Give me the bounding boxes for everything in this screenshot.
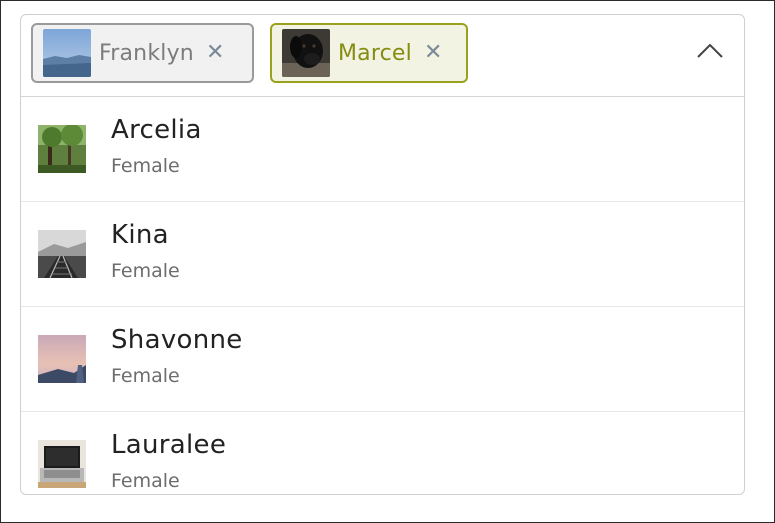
screenshot-frame: Franklyn ✕ Marcel ✕ Arcelia Female Kina …: [0, 0, 775, 523]
selected-chip-franklyn: Franklyn ✕: [31, 23, 254, 83]
remove-marcel-close-icon[interactable]: ✕: [424, 42, 442, 64]
marcel-avatar: [282, 29, 330, 77]
multi-select-control[interactable]: Franklyn ✕ Marcel ✕: [21, 15, 744, 97]
arcelia-avatar: [38, 125, 86, 173]
option-name: Arcelia: [111, 115, 202, 145]
shavonne-avatar: [38, 335, 86, 383]
franklyn-avatar: [43, 29, 91, 77]
chip-label: Franklyn: [99, 40, 194, 66]
selected-chip-marcel: Marcel ✕: [270, 23, 468, 83]
option-name: Kina: [111, 220, 169, 250]
option-kina[interactable]: Kina Female: [21, 202, 744, 307]
kina-avatar: [38, 230, 86, 278]
options-list[interactable]: Arcelia Female Kina Female Shavonne Fema…: [21, 97, 744, 494]
option-lauralee[interactable]: Lauralee Female: [21, 412, 744, 494]
option-shavonne[interactable]: Shavonne Female: [21, 307, 744, 412]
option-arcelia[interactable]: Arcelia Female: [21, 97, 744, 202]
option-subtitle: Female: [111, 260, 180, 282]
lauralee-avatar: [38, 440, 86, 488]
multi-select: Franklyn ✕ Marcel ✕ Arcelia Female Kina …: [20, 14, 745, 495]
chevron-up-icon[interactable]: [696, 41, 724, 61]
option-name: Lauralee: [111, 430, 227, 460]
option-name: Shavonne: [111, 325, 243, 355]
option-subtitle: Female: [111, 155, 180, 177]
chip-label: Marcel: [338, 40, 412, 66]
option-subtitle: Female: [111, 365, 180, 387]
remove-franklyn-close-icon[interactable]: ✕: [206, 42, 224, 64]
option-subtitle: Female: [111, 470, 180, 492]
